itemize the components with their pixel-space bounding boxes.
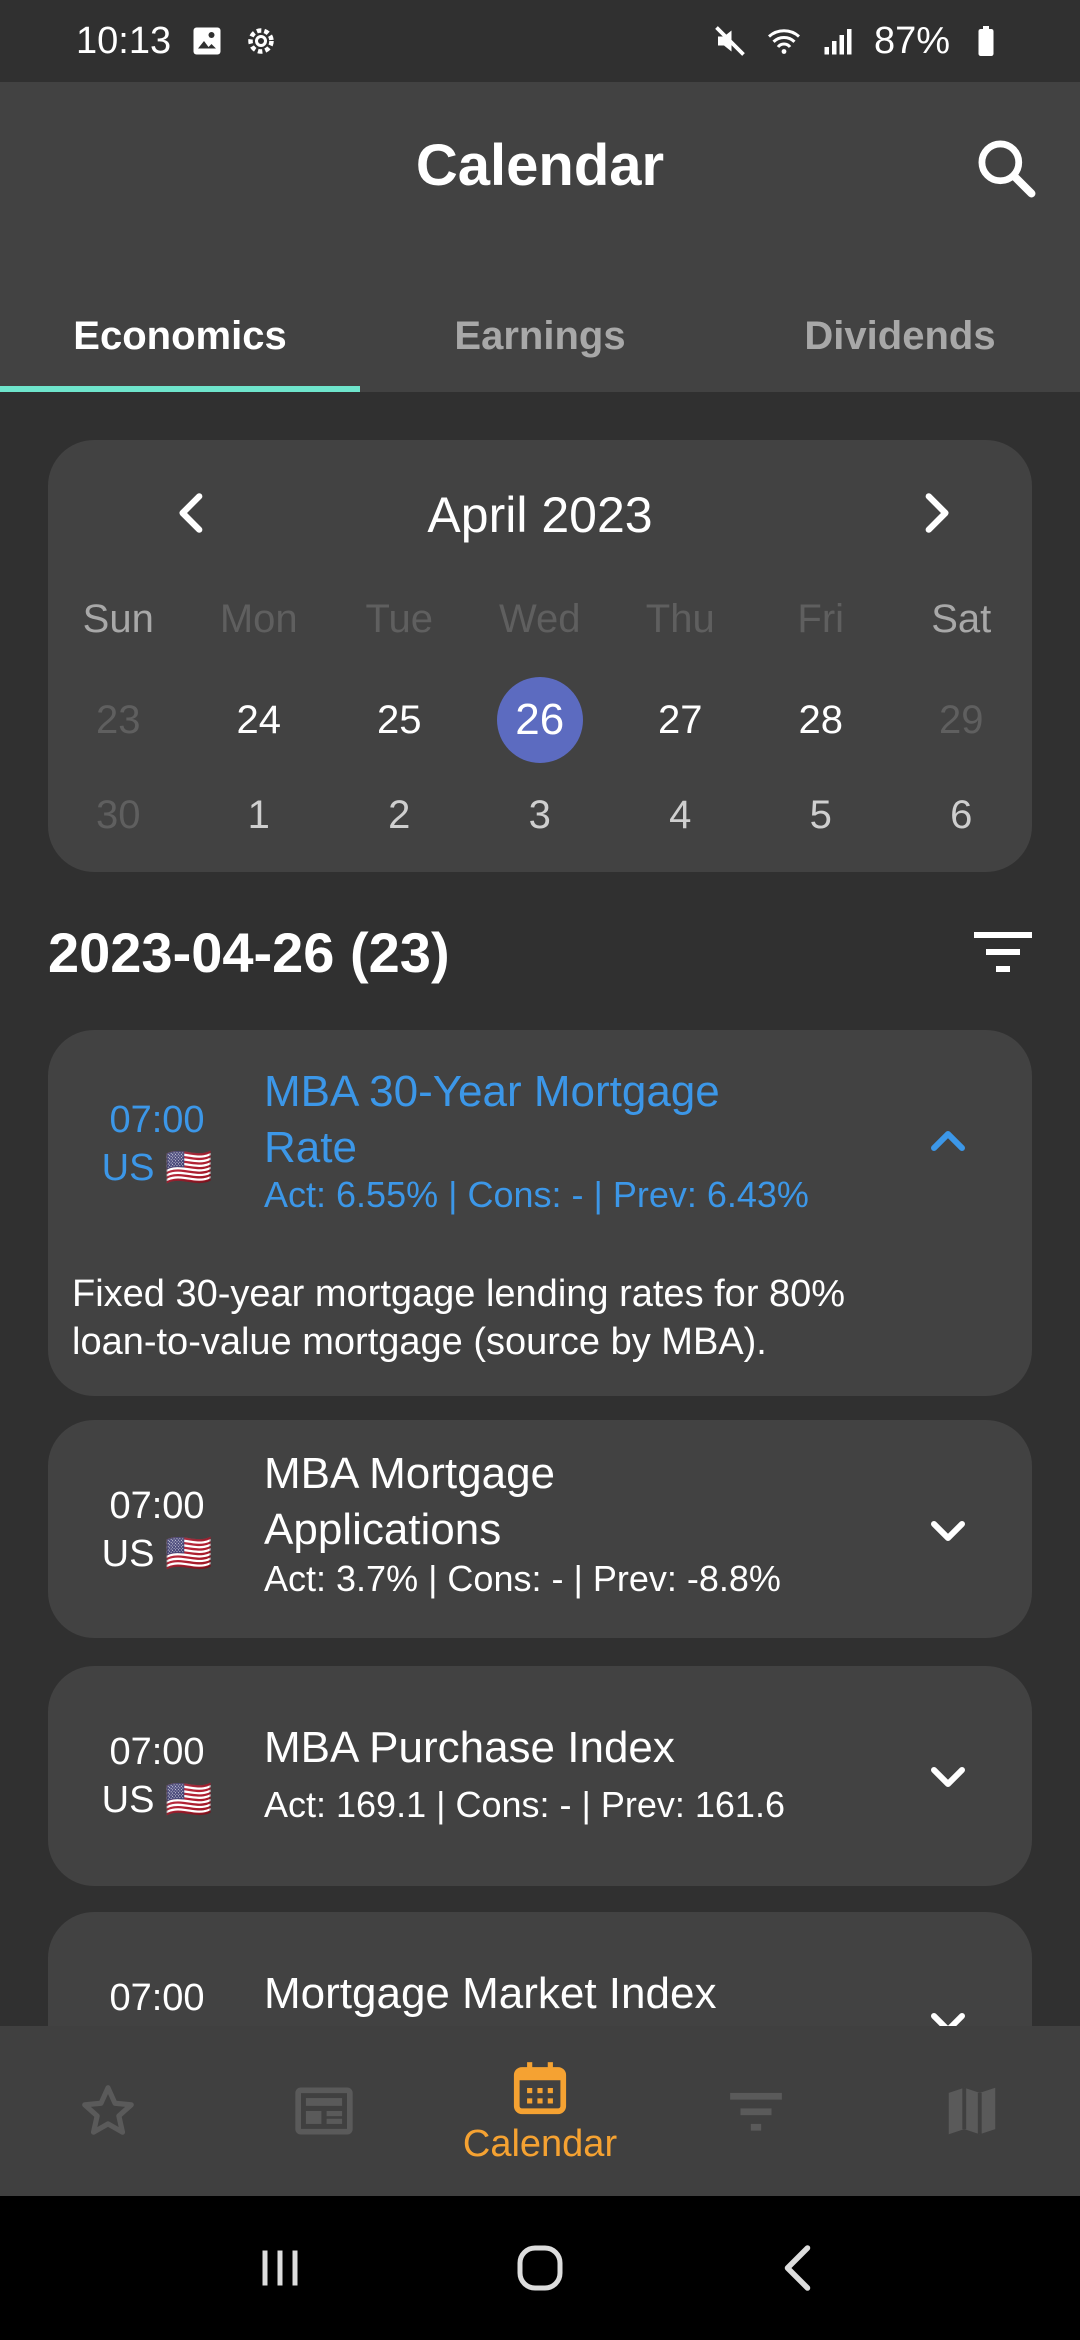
chevron-down-icon[interactable]: [924, 1752, 972, 1800]
nav-news[interactable]: [216, 2026, 432, 2196]
map-icon: [948, 2087, 996, 2135]
event-title-line2: Applications: [264, 1505, 502, 1554]
app-bar: Calendar Economics Earnings Dividends: [0, 82, 1080, 392]
event-card[interactable]: 07:00 Mortgage Market Index: [48, 1912, 1032, 2026]
nav-calendar[interactable]: Calendar: [432, 2026, 648, 2196]
weekday-label: Mon: [219, 596, 298, 641]
event-card-expanded[interactable]: 07:00 US 🇺🇸 MBA 30-Year Mortgage Rate Ac…: [48, 1030, 1032, 1396]
calendar-icon: [513, 2061, 567, 2114]
event-country: US 🇺🇸: [101, 1533, 213, 1575]
calendar-month-label: April 2023: [427, 487, 653, 543]
settings-gear-icon: [248, 28, 274, 54]
tab-economics[interactable]: Economics: [0, 282, 360, 392]
calendar-day[interactable]: 3: [470, 793, 611, 838]
bottom-navigation: Calendar: [0, 2026, 1080, 2196]
calendar-week-row: 30 1 2 3 4 5 6: [48, 780, 1032, 850]
calendar-day[interactable]: 2: [329, 793, 470, 838]
selected-date-heading: 2023-04-26 (23): [48, 921, 450, 984]
tab-dividends[interactable]: Dividends: [720, 282, 1080, 392]
chevron-up-icon[interactable]: [924, 1118, 972, 1166]
calendar-day[interactable]: 27: [610, 698, 751, 743]
event-description: Fixed 30-year mortgage lending rates for…: [72, 1270, 1008, 1366]
event-values: Act: 169.1 | Cons: - | Prev: 161.6: [264, 1784, 785, 1825]
calendar-day[interactable]: 30: [48, 793, 189, 838]
chevron-right-icon[interactable]: [910, 488, 960, 538]
event-time: 07:00: [109, 1731, 205, 1773]
calendar-day[interactable]: 29: [891, 698, 1032, 743]
battery-percent: 87%: [873, 19, 950, 62]
mute-icon: [715, 26, 745, 56]
weekday-label: Fri: [797, 596, 845, 641]
event-card[interactable]: 07:00 US 🇺🇸 MBA Mortgage Applications Ac…: [48, 1420, 1032, 1638]
chevron-down-icon[interactable]: [924, 1506, 972, 1554]
event-body: Mortgage Market Index: [264, 1966, 884, 2022]
signal-icon: [824, 29, 852, 55]
event-time: 07:00: [109, 1099, 205, 1141]
weekday-label: Wed: [498, 596, 581, 641]
selected-day-label: 26: [496, 677, 583, 763]
tab-bar: Economics Earnings Dividends: [0, 282, 1080, 392]
weekday-label: Tue: [365, 596, 433, 641]
page-title: Calendar: [415, 133, 665, 198]
weekday-label: Sun: [82, 596, 154, 641]
event-values: Act: 6.55% | Cons: - | Prev: 6.43%: [264, 1174, 809, 1215]
calendar-day-selected[interactable]: 26: [470, 677, 611, 763]
star-icon: [82, 2085, 134, 2135]
weekday-header-row: Sun Mon Tue Wed Thu Fri Sat: [48, 578, 1032, 660]
filter-icon[interactable]: [974, 930, 1032, 974]
event-values: Act: 3.7% | Cons: - | Prev: -8.8%: [264, 1558, 781, 1599]
battery-icon: [978, 26, 994, 56]
calendar-week-row: 23 24 25 26 27 28 29: [48, 660, 1032, 780]
event-description-line: loan-to-value mortgage (source by MBA).: [72, 1321, 767, 1363]
event-country: US 🇺🇸: [101, 1147, 213, 1189]
tab-earnings[interactable]: Earnings: [360, 282, 720, 392]
search-icon[interactable]: [972, 134, 1040, 202]
image-icon: [193, 27, 221, 55]
status-bar: 10:13 87%: [0, 0, 1080, 82]
nav-screener[interactable]: [648, 2026, 864, 2196]
event-time: 07:00: [109, 1485, 205, 1527]
nav-favorites[interactable]: [0, 2026, 216, 2196]
event-title: MBA 30-Year Mortgage: [264, 1067, 720, 1116]
calendar-day[interactable]: 25: [329, 698, 470, 743]
wifi-icon: [767, 29, 800, 54]
recent-apps-icon[interactable]: [250, 2238, 310, 2298]
nav-map[interactable]: [864, 2026, 1080, 2196]
home-icon[interactable]: [510, 2238, 570, 2298]
event-title: Mortgage Market Index: [264, 1969, 717, 2018]
event-country: US 🇺🇸: [101, 1779, 213, 1821]
calendar-day[interactable]: 24: [189, 698, 330, 743]
event-description-line: Fixed 30-year mortgage lending rates for…: [72, 1273, 846, 1315]
event-time-country: 07:00 US 🇺🇸: [92, 1482, 222, 1578]
calendar-day[interactable]: 5: [751, 793, 892, 838]
filter-icon: [730, 2092, 782, 2131]
event-time: 07:00: [109, 1977, 205, 2019]
weekday-label: Sat: [931, 596, 992, 641]
calendar-day[interactable]: 6: [891, 793, 1032, 838]
calendar-day[interactable]: 4: [610, 793, 751, 838]
event-title-line2: Rate: [264, 1123, 357, 1172]
event-time-country: 07:00 US 🇺🇸: [92, 1096, 222, 1192]
calendar-card: April 2023 Sun Mon Tue Wed Thu Fri Sat 2…: [48, 440, 1032, 872]
event-card[interactable]: 07:00 US 🇺🇸 MBA Purchase Index Act: 169.…: [48, 1666, 1032, 1886]
back-icon[interactable]: [770, 2238, 830, 2298]
calendar-grid: Sun Mon Tue Wed Thu Fri Sat 23 24 25 26 …: [48, 578, 1032, 850]
calendar-day[interactable]: 28: [751, 698, 892, 743]
status-time: 10:13: [76, 19, 172, 62]
newspaper-icon: [295, 2087, 353, 2135]
calendar-day[interactable]: 1: [189, 793, 330, 838]
event-time-country: 07:00 US 🇺🇸: [92, 1728, 222, 1824]
event-body: MBA Purchase Index Act: 169.1 | Cons: - …: [264, 1720, 884, 1830]
event-body: MBA 30-Year Mortgage Rate Act: 6.55% | C…: [264, 1064, 884, 1220]
event-title: MBA Purchase Index: [264, 1723, 675, 1772]
nav-calendar-label: Calendar: [462, 2122, 618, 2165]
system-navigation-bar: [0, 2196, 1080, 2340]
event-body: MBA Mortgage Applications Act: 3.7% | Co…: [264, 1446, 884, 1604]
weekday-label: Thu: [645, 596, 715, 641]
chevron-down-icon[interactable]: [924, 1998, 972, 2026]
calendar-day[interactable]: 23: [48, 698, 189, 743]
event-title: MBA Mortgage: [264, 1449, 556, 1498]
